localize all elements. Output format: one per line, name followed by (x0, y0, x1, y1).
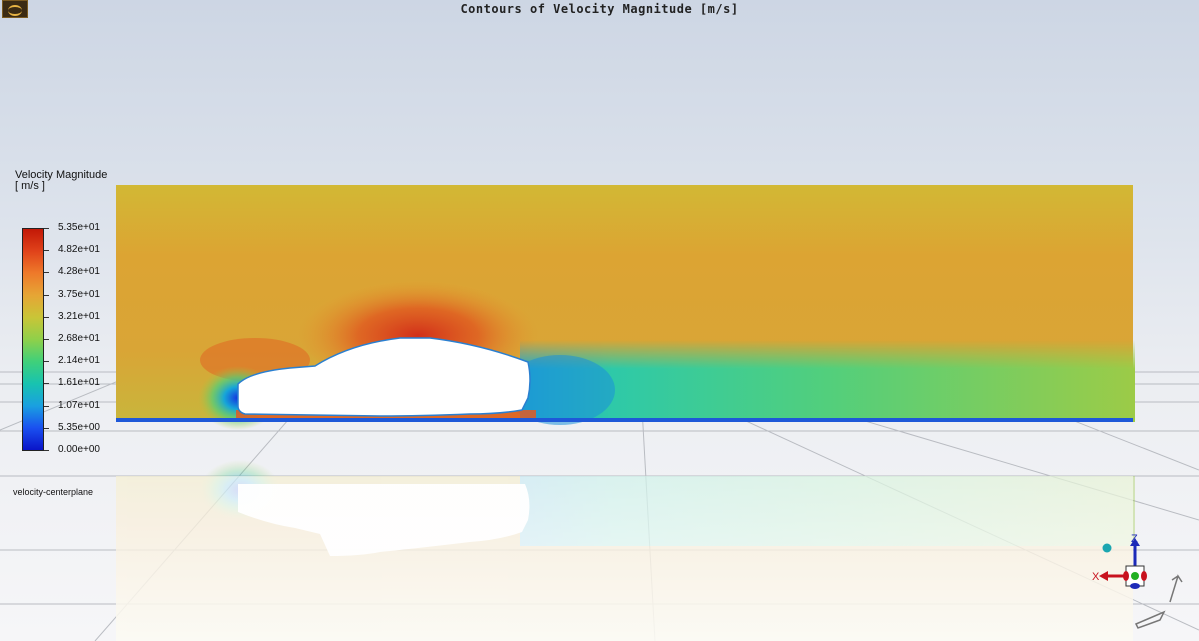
legend-tick (44, 250, 49, 252)
y-axis-dot-icon (1131, 572, 1139, 580)
z-axis-label: Z (1131, 533, 1138, 545)
x-axis-label: X (1092, 571, 1100, 583)
surface-name: velocity-centerplane (13, 487, 94, 497)
legend-title-units: [ m/s ] (15, 180, 45, 192)
rotation-center-ball-icon (1102, 543, 1112, 553)
legend-value-label: 4.82e+01 (58, 244, 100, 256)
legend-tick (44, 427, 49, 429)
legend-tick (44, 228, 49, 229)
legend-value-label: 3.21e+01 (58, 310, 100, 322)
legend-title: Velocity Magnitude [ m/s ] (15, 170, 107, 192)
color-legend-bar (22, 228, 44, 451)
legend-value-label: 5.35e+00 (58, 421, 100, 433)
plot-title: Contours of Velocity Magnitude [m/s] (460, 2, 739, 16)
ground-grid (0, 185, 1199, 641)
legend-tick (44, 405, 49, 407)
legend-tick (44, 361, 49, 363)
rotate-arrow-icon (1169, 574, 1183, 603)
axis-triad[interactable]: Z X (1086, 528, 1199, 641)
legend-tick (44, 339, 49, 340)
legend-value-label: 1.61e+01 (58, 377, 100, 389)
legend-value-label: 0.00e+00 (58, 444, 100, 455)
legend-value-label: 2.14e+01 (58, 355, 100, 367)
legend-tick (44, 383, 49, 385)
legend-tick (44, 294, 49, 296)
legend-value-label: 5.35e+01 (58, 222, 100, 233)
legend-tick (44, 272, 49, 274)
legend-value-label: 4.28e+01 (58, 266, 100, 278)
legend-value-label: 2.68e+01 (58, 333, 100, 344)
legend-tick (44, 316, 49, 318)
rotate-arrow-icon-2 (1134, 610, 1166, 629)
graphics-viewport[interactable]: Contours of Velocity Magnitude [m/s] Vel… (0, 0, 1199, 641)
legend-tick (44, 450, 49, 451)
legend-value-label: 1.07e+01 (58, 399, 100, 411)
legend-value-label: 3.75e+01 (58, 288, 100, 300)
